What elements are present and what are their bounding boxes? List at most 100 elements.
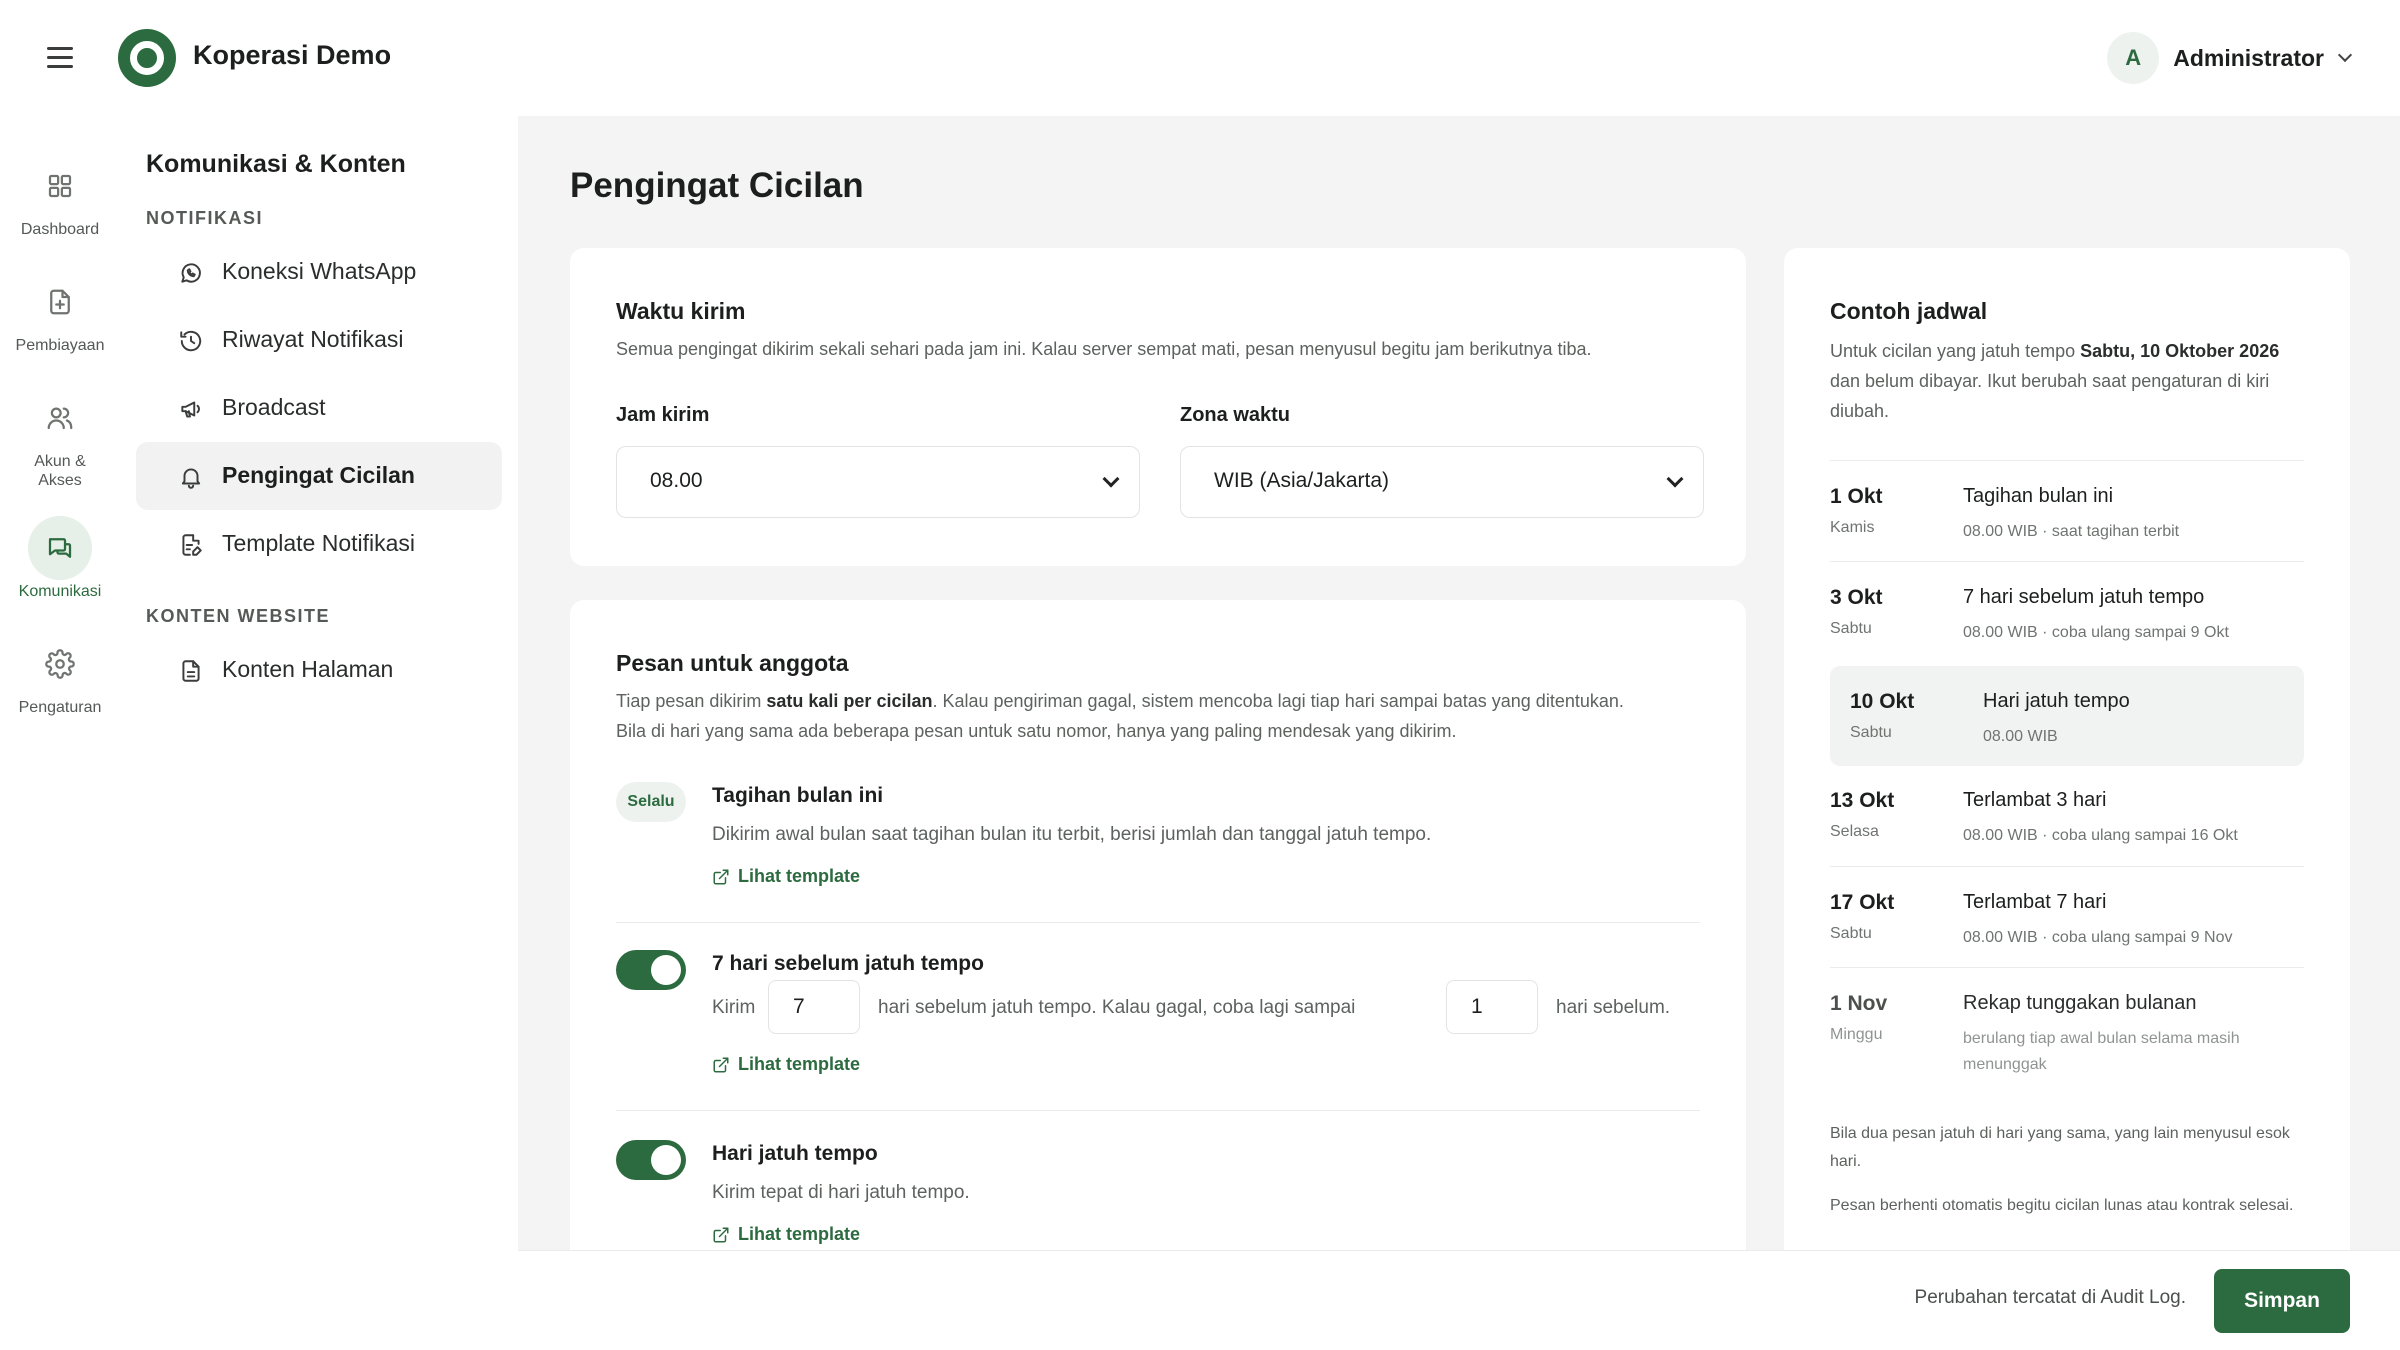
jam-kirim-label: Jam kirim (616, 404, 710, 426)
page-title: Pengingat Cicilan (570, 166, 864, 205)
external-link-icon (713, 1227, 729, 1242)
schedule-sub: 08.00 WIB · coba ulang sampai 9 Nov (1963, 929, 2233, 946)
message-desc: Dikirim awal bulan saat tagihan bulan it… (712, 824, 1432, 845)
message-title: Tagihan bulan ini (712, 784, 884, 807)
days-before-input[interactable] (768, 980, 860, 1034)
rail-label: Pengaturan (18, 699, 102, 716)
audit-log-note: Perubahan tercatat di Audit Log. (1914, 1287, 2186, 1308)
retry-until-input[interactable] (1446, 980, 1538, 1034)
waktu-kirim-card: Waktu kirim Semua pengingat dikirim seka… (570, 248, 1746, 566)
user-menu[interactable]: A Administrator (2107, 32, 2353, 84)
brand-logo (118, 29, 176, 87)
message-desc: Kirim tepat di hari jatuh tempo. (712, 1182, 970, 1203)
external-link-icon (713, 1057, 729, 1072)
rail-item-akun-akses[interactable]: Akun & Akses (0, 386, 120, 490)
rail-item-pembiayaan[interactable]: Pembiayaan (0, 270, 120, 355)
nav-rail: Dashboard Pembiayaan Akun & Akses Komuni… (0, 116, 120, 1350)
avatar: A (2107, 32, 2160, 84)
subnav-item-label: Template Notifikasi (222, 530, 416, 556)
contoh-jadwal-card: Contoh jadwal Untuk cicilan yang jatuh t… (1784, 248, 2350, 1250)
schedule-row: 17 Okt Sabtu Terlambat 7 hari 08.00 WIB … (1830, 866, 2304, 966)
message-title: Hari jatuh tempo (712, 1142, 878, 1165)
schedule-day: Sabtu (1830, 925, 1872, 942)
schedule-day: Kamis (1830, 519, 1875, 536)
schedule-day: Sabtu (1850, 724, 1892, 741)
card-desc: Tiap pesan dikirim satu kali per cicilan… (616, 691, 1624, 711)
grid-icon (28, 154, 92, 218)
toggle-7-hari[interactable] (616, 950, 686, 990)
chevron-down-icon (1666, 470, 1684, 488)
rail-label: Komunikasi (18, 583, 102, 600)
users-icon (28, 386, 92, 450)
schedule-date: 13 Okt (1830, 789, 1895, 812)
schedule-date: 10 Okt (1850, 690, 1915, 713)
schedule-date: 1 Nov (1830, 992, 1888, 1015)
schedule-sub: 08.00 WIB · coba ulang sampai 9 Okt (1963, 624, 2229, 641)
jam-kirim-select[interactable]: 08.00 (616, 446, 1140, 518)
subnav-item-template-notifikasi[interactable]: Template Notifikasi (136, 510, 502, 578)
subnav-item-label: Riwayat Notifikasi (222, 326, 404, 352)
schedule-label: Tagihan bulan ini (1963, 485, 2114, 507)
file-text-icon (182, 660, 200, 682)
whatsapp-icon (181, 263, 201, 283)
bell-icon (181, 468, 201, 489)
history-icon (180, 330, 202, 352)
kirim-label: Kirim (712, 997, 756, 1018)
select-value: 08.00 (650, 469, 703, 492)
schedule-date: 1 Okt (1830, 485, 1883, 508)
schedule-date: 17 Okt (1830, 891, 1895, 914)
message-desc-end: hari sebelum. (1556, 997, 1671, 1018)
divider (616, 1110, 1700, 1111)
subnav-section-website: KONTEN WEBSITE (146, 606, 331, 626)
megaphone-icon (181, 401, 200, 418)
file-plus-icon (28, 270, 92, 334)
schedule-label: Terlambat 3 hari (1963, 789, 2107, 811)
divider (616, 922, 1700, 923)
lihat-template-link[interactable]: Lihat template (712, 866, 860, 887)
menu-icon[interactable] (40, 40, 80, 74)
card-title: Waktu kirim (616, 298, 746, 324)
schedule-label: 7 hari sebelum jatuh tempo (1963, 586, 2205, 608)
message-desc: hari sebelum jatuh tempo. Kalau gagal, c… (878, 997, 1356, 1018)
subnav-item-koneksi-whatsapp[interactable]: Koneksi WhatsApp (136, 238, 502, 306)
status-badge: Selalu (616, 782, 686, 822)
schedule-date: 3 Okt (1830, 586, 1883, 609)
brand-name: Koperasi Demo (193, 40, 392, 70)
message-row-jatuh-tempo: Hari jatuh tempo Kirim tepat di hari jat… (616, 1140, 1700, 1250)
top-bar: Koperasi Demo A Administrator (0, 0, 2400, 116)
card-title: Contoh jadwal (1830, 298, 1988, 324)
main-content: Pengingat Cicilan Waktu kirim Semua peng… (518, 116, 2400, 1250)
schedule-sub: berulang tiap awal bulan selama masih me… (1963, 1030, 2240, 1073)
card-desc: Semua pengingat dikirim sekali sehari pa… (616, 339, 1592, 359)
lihat-template-link[interactable]: Lihat template (712, 1224, 860, 1245)
rail-item-dashboard[interactable]: Dashboard (0, 154, 120, 239)
subnav-item-label: Koneksi WhatsApp (222, 258, 417, 284)
card-title: Pesan untuk anggota (616, 650, 849, 676)
lihat-template-link[interactable]: Lihat template (712, 1054, 860, 1075)
rail-item-komunikasi[interactable]: Komunikasi (0, 516, 120, 601)
subnav-section-notifikasi: NOTIFIKASI (146, 208, 263, 228)
schedule-sub: 08.00 WIB · saat tagihan terbit (1963, 523, 2180, 540)
zona-waktu-select[interactable]: WIB (Asia/Jakarta) (1180, 446, 1704, 518)
schedule-label: Hari jatuh tempo (1983, 690, 2130, 712)
message-row-7-hari: 7 hari sebelum jatuh tempo Kirim hari se… (616, 950, 1700, 1120)
schedule-day: Selasa (1830, 823, 1879, 840)
gear-icon (28, 632, 92, 696)
footer-bar: Perubahan tercatat di Audit Log. Simpan (518, 1250, 2400, 1350)
subnav-item-konten-halaman[interactable]: Konten Halaman (136, 636, 502, 704)
subnav-item-pengingat-cicilan[interactable]: Pengingat Cicilan (136, 442, 502, 510)
rail-item-pengaturan[interactable]: Pengaturan (0, 632, 120, 717)
subnav-item-broadcast[interactable]: Broadcast (136, 374, 502, 442)
subnav-item-riwayat-notifikasi[interactable]: Riwayat Notifikasi (136, 306, 502, 374)
message-title: 7 hari sebelum jatuh tempo (712, 952, 984, 975)
card-desc: Untuk cicilan yang jatuh tempo Sabtu, 10… (1830, 341, 2280, 421)
select-value: WIB (Asia/Jakarta) (1214, 469, 1390, 492)
save-button[interactable]: Simpan (2214, 1269, 2350, 1333)
subnav-item-label: Pengingat Cicilan (222, 462, 415, 488)
user-name: Administrator (2173, 44, 2324, 71)
schedule-row: 3 Okt Sabtu 7 hari sebelum jatuh tempo 0… (1830, 561, 2304, 661)
subnav-title: Komunikasi & Konten (146, 150, 406, 178)
subnav-item-label: Broadcast (222, 394, 326, 420)
message-row-tagihan: Selalu Tagihan bulan ini Dikirim awal bu… (616, 782, 1700, 932)
toggle-hari-jatuh-tempo[interactable] (616, 1140, 686, 1180)
